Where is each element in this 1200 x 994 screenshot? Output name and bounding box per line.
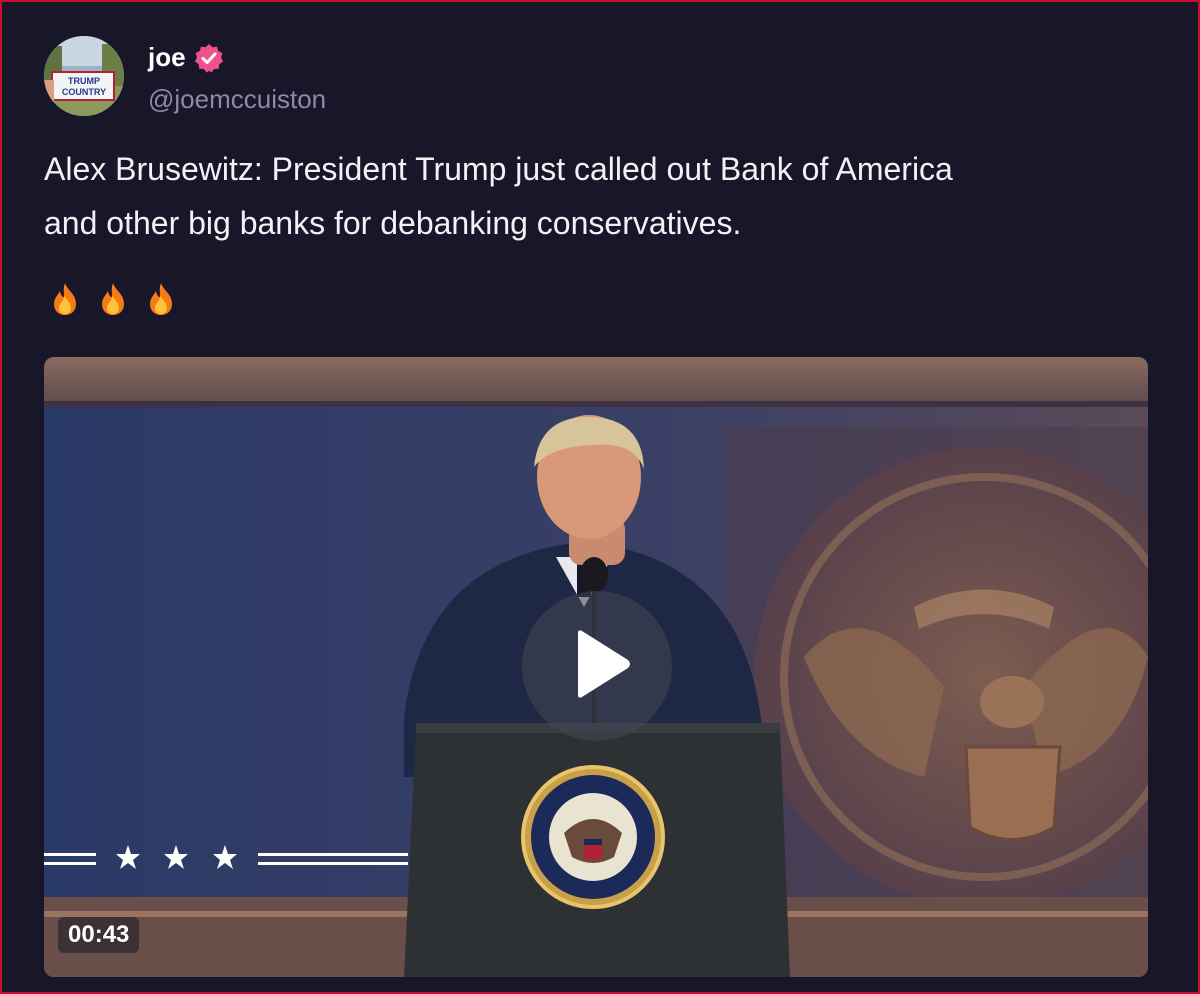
post-card: TRUMP COUNTRY joe @joemccuiston Alex Bru… bbox=[0, 0, 1200, 994]
author-handle[interactable]: @joemccuiston bbox=[148, 84, 326, 115]
avatar-sign-line2: COUNTRY bbox=[62, 87, 106, 97]
post-text-line: and other big banks for debanking conser… bbox=[44, 205, 742, 241]
video-player[interactable]: 00:43 bbox=[44, 357, 1148, 977]
play-icon bbox=[562, 629, 632, 704]
avatar-sign-line1: TRUMP bbox=[68, 76, 100, 86]
fire-icon bbox=[52, 282, 78, 316]
reaction-row bbox=[52, 282, 174, 316]
fire-icon bbox=[148, 282, 174, 316]
verified-badge-icon bbox=[194, 43, 224, 73]
avatar[interactable]: TRUMP COUNTRY bbox=[44, 36, 124, 116]
post-text: Alex Brusewitz: President Trump just cal… bbox=[44, 142, 1154, 250]
fire-icon bbox=[100, 282, 126, 316]
author-display-name[interactable]: joe bbox=[148, 42, 186, 73]
avatar-image: TRUMP COUNTRY bbox=[44, 36, 124, 116]
author-name-row: joe bbox=[148, 42, 224, 73]
play-button[interactable] bbox=[522, 591, 672, 741]
post-text-line: Alex Brusewitz: President Trump just cal… bbox=[44, 151, 953, 187]
video-duration: 00:43 bbox=[58, 917, 140, 953]
